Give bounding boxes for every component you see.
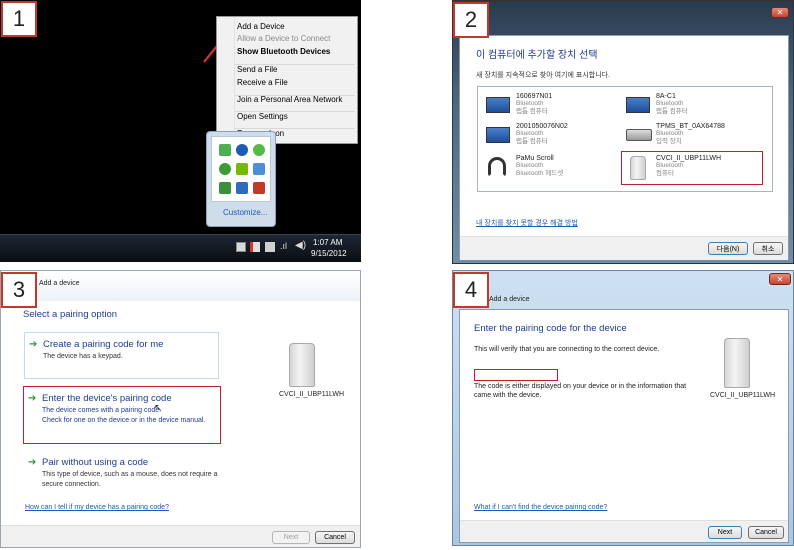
customize-link[interactable]: Customize... <box>223 208 267 217</box>
taskbar: .ıl ◀) 1:07 AM 9/15/2012 <box>0 234 361 262</box>
clock-time[interactable]: 1:07 AM <box>313 238 342 247</box>
close-button[interactable]: ✕ <box>769 273 791 285</box>
security-icon[interactable] <box>219 144 231 156</box>
device-icon <box>724 338 750 388</box>
window-title: Add a device <box>489 296 530 303</box>
laptop-icon <box>486 97 510 113</box>
help-link[interactable]: 내 장치를 찾지 못할 경우 해결 방법 <box>476 218 578 228</box>
display-icon[interactable] <box>236 182 248 194</box>
dialog-heading: 이 컴퓨터에 추가할 장치 선택 <box>476 50 598 61</box>
window-title: Add a device <box>39 280 80 287</box>
clock-date[interactable]: 9/15/2012 <box>311 249 347 258</box>
help-link[interactable]: How can I tell if my device has a pairin… <box>25 504 169 511</box>
menu-receive-file[interactable]: Receive a File <box>217 75 357 91</box>
shield-icon[interactable] <box>253 182 265 194</box>
highlight-box <box>23 386 221 444</box>
option-desc: secure connection. <box>42 481 101 488</box>
device-icon <box>289 343 315 387</box>
next-button[interactable]: Next <box>708 526 742 539</box>
menu-open-settings[interactable]: Open Settings <box>217 109 357 125</box>
bluetooth-icon[interactable] <box>236 144 248 156</box>
step-number: 4 <box>453 272 489 308</box>
option-no-code[interactable]: ➔ Pair without using a code This type of… <box>24 451 234 491</box>
tray-overflow-popup: Customize... <box>206 131 276 227</box>
verify-text: This will verify that you are connecting… <box>474 346 660 353</box>
arrow-right-icon: ➔ <box>28 457 37 468</box>
bluetooth-context-menu: Add a Device Allow a Device to Connect S… <box>216 16 358 144</box>
help-link[interactable]: What if I can't find the device pairing … <box>474 504 607 511</box>
option-title: Create a pairing code for me <box>43 339 164 350</box>
device-name: CVCI_II_UBP11LWH <box>710 392 776 399</box>
device-item[interactable]: PaMu Scroll Bluetooth Bluetooth 헤드셋 <box>486 155 616 183</box>
next-button[interactable]: Next <box>272 531 310 544</box>
cancel-button[interactable]: 취소 <box>753 242 783 255</box>
menu-show-devices[interactable]: Show Bluetooth Devices <box>217 44 357 60</box>
printer-icon[interactable] <box>265 242 275 252</box>
panel-1-tray-menu: 1 Add a Device Allow a Device to Connect… <box>0 0 361 262</box>
device-name: CVCI_II_UBP11LWH <box>279 391 345 398</box>
dialog-heading: Select a pairing option <box>23 309 118 320</box>
update-icon[interactable] <box>253 163 265 175</box>
device-item[interactable]: 8A-C1 Bluetooth 랩톱 컴퓨터 <box>626 93 756 121</box>
dialog-client-area: 이 컴퓨터에 추가할 장치 선택 새 장치를 지속적으로 찾아 여기에 표시합니… <box>459 35 789 260</box>
show-hidden-icon[interactable] <box>236 242 246 252</box>
device-item[interactable]: 2001050076N02 Bluetooth 랩톱 컴퓨터 <box>486 123 616 151</box>
option-title: Pair without using a code <box>42 457 149 468</box>
laptop-icon <box>626 97 650 113</box>
pairing-code-input[interactable] <box>474 369 558 381</box>
nvidia-icon[interactable] <box>236 163 248 175</box>
highlight-box <box>621 151 763 185</box>
option-create-code[interactable]: ➔ Create a pairing code for me The devic… <box>24 332 219 379</box>
laptop-icon <box>486 127 510 143</box>
step-number: 2 <box>453 2 489 38</box>
arrow-right-icon: ➔ <box>29 339 38 350</box>
close-button[interactable]: ✕ <box>771 7 789 18</box>
screenshot-collage: 1 Add a Device Allow a Device to Connect… <box>0 0 794 550</box>
menu-join-pan[interactable]: Join a Personal Area Network <box>217 92 357 108</box>
dialog-client-area: Enter the pairing code for the device Th… <box>459 309 789 543</box>
option-desc: This type of device, such as a mouse, do… <box>42 471 218 478</box>
code-note: came with the device. <box>474 392 542 399</box>
cancel-button[interactable]: Cancel <box>315 531 355 544</box>
volume-icon[interactable]: ◀) <box>295 240 306 251</box>
panel-2-select-device: 2 ✕ 이 컴퓨터에 추가할 장치 선택 새 장치를 지속적으로 찾아 여기에 … <box>452 0 794 264</box>
option-desc: The device has a keypad. <box>43 353 123 360</box>
code-note: The code is either displayed on your dev… <box>474 383 687 390</box>
signal-icon[interactable]: .ıl <box>280 241 287 251</box>
flag-icon[interactable] <box>250 242 260 252</box>
keyboard-icon <box>626 129 652 141</box>
network-icon[interactable] <box>219 163 231 175</box>
panel-4-enter-code: 4 Add a device ✕ Enter the pairing code … <box>452 270 794 546</box>
dialog-subheading: 새 장치를 지속적으로 찾아 여기에 표시합니다. <box>476 72 611 79</box>
home-icon[interactable] <box>219 182 231 194</box>
device-item[interactable]: 160697N01 Bluetooth 랩톱 컴퓨터 <box>486 93 616 121</box>
device-item[interactable]: TPMS_BT_0AX64788 Bluetooth 입력 장치 <box>626 123 766 151</box>
panel-3-pairing-option: 3 Add a device Select a pairing option ➔… <box>0 270 361 548</box>
cancel-button[interactable]: Cancel <box>748 526 784 539</box>
next-button[interactable]: 다음(N) <box>708 242 748 255</box>
headset-icon <box>488 157 506 177</box>
dialog-heading: Enter the pairing code for the device <box>474 323 627 334</box>
check-icon[interactable] <box>253 144 265 156</box>
step-number: 1 <box>1 1 37 37</box>
step-number: 3 <box>1 272 37 308</box>
